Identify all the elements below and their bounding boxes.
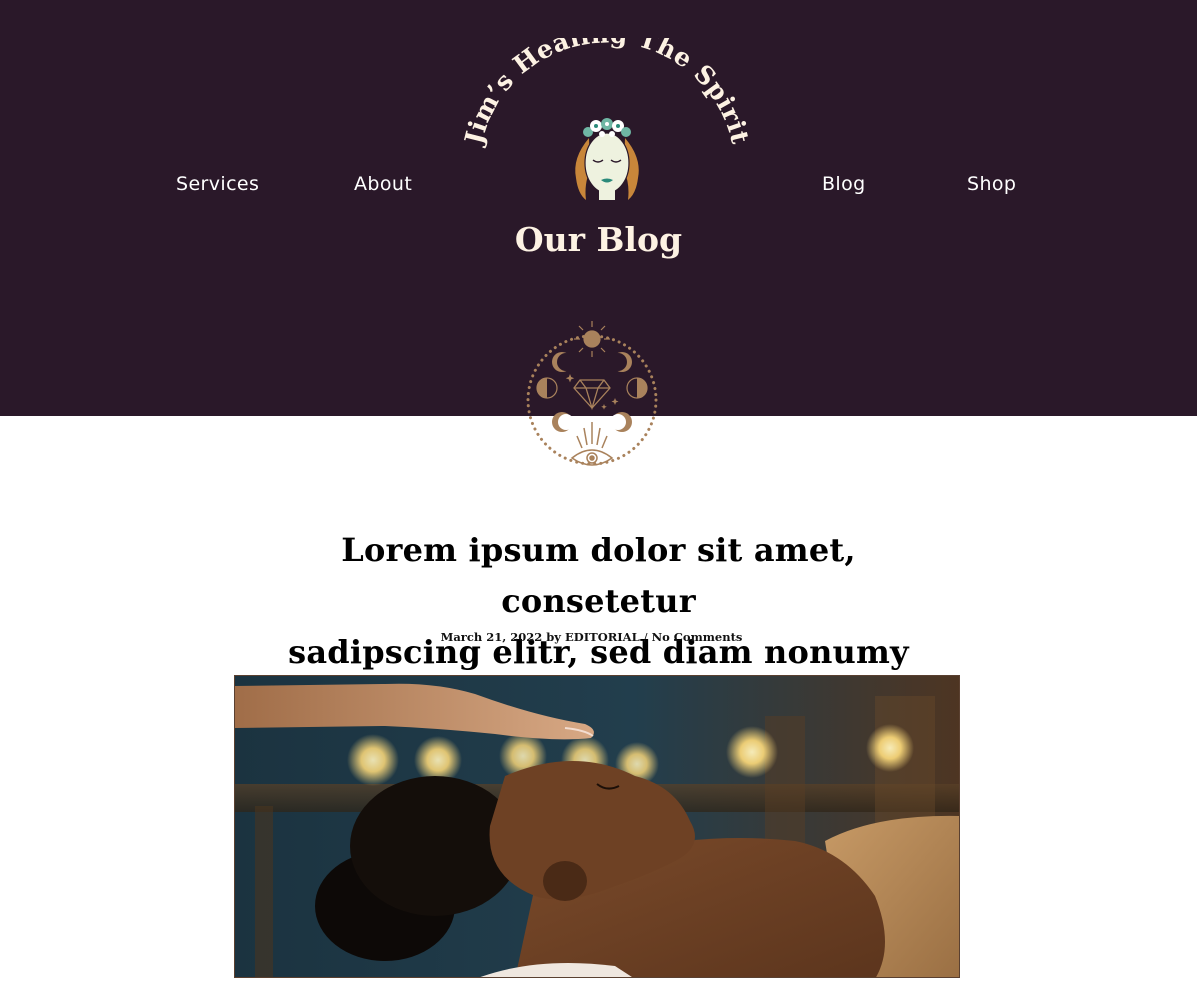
nav-services-link[interactable]: Services xyxy=(176,170,259,198)
post-title-line-1: Lorem ipsum dolor sit amet, consetetur xyxy=(341,531,856,620)
moon-phases-icon xyxy=(536,352,648,432)
eye-icon xyxy=(570,422,614,466)
post-comments-link[interactable]: No Comments xyxy=(652,630,743,644)
logo-wordmark: Jim’s Healing The Spirit xyxy=(462,38,752,149)
svg-text:Jim’s Healing The Spirit: Jim’s Healing The Spirit xyxy=(462,38,752,149)
featured-image[interactable] xyxy=(234,675,960,978)
woman-face-icon xyxy=(575,118,639,200)
celestial-emblem-icon xyxy=(526,321,658,466)
nav-about-link[interactable]: About xyxy=(354,170,412,198)
page-title: Our Blog xyxy=(514,220,683,259)
sun-icon xyxy=(574,321,610,357)
nav-shop-link[interactable]: Shop xyxy=(967,170,1016,198)
site-logo[interactable]: Jim’s Healing The Spirit xyxy=(462,38,752,208)
nav-blog-link[interactable]: Blog xyxy=(822,170,866,198)
meta-separator: / xyxy=(643,630,648,644)
post-author-link[interactable]: EDITORIAL xyxy=(565,630,640,644)
post-by-label: by xyxy=(546,630,561,644)
post-date-link[interactable]: March 21, 2022 xyxy=(441,630,543,644)
reiki-healing-photo xyxy=(235,676,959,977)
post-meta: March 21, 2022 by EDITORIAL / No Comment… xyxy=(0,629,1183,645)
crystal-icon xyxy=(573,379,611,411)
